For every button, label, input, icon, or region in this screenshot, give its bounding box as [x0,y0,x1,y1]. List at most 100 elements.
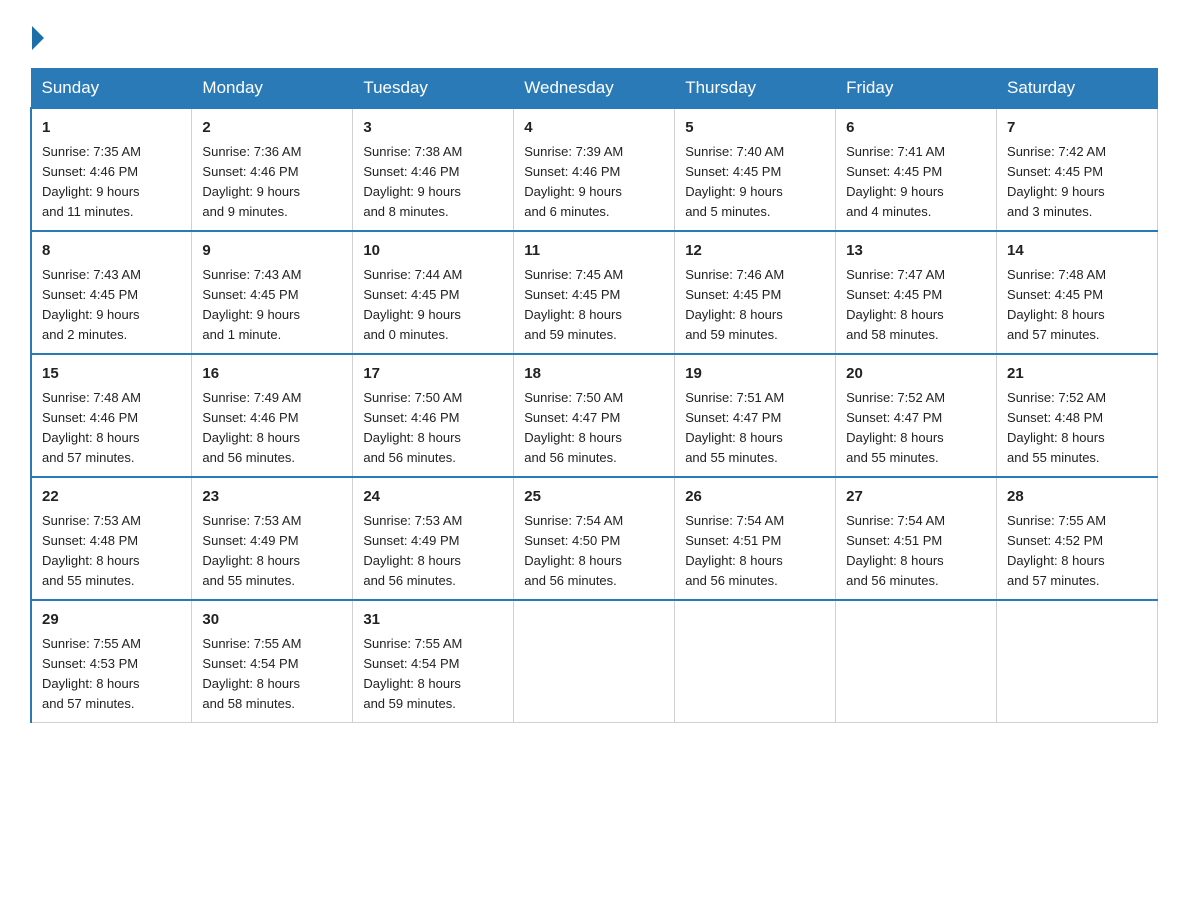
calendar-cell: 18Sunrise: 7:50 AMSunset: 4:47 PMDayligh… [514,354,675,477]
header-tuesday: Tuesday [353,69,514,109]
day-number: 8 [42,240,181,263]
calendar-cell: 1 Sunrise: 7:35 AMSunset: 4:46 PMDaylight… [31,108,192,231]
calendar-cell: 12 Sunrise: 7:46 AMSunset: 4:45 PMDayligh… [675,231,836,354]
calendar-cell: 19Sunrise: 7:51 AMSunset: 4:47 PMDayligh… [675,354,836,477]
day-number: 7 [1007,117,1147,140]
calendar-cell: 24 Sunrise: 7:53 AMSunset: 4:49 PMDayligh… [353,477,514,600]
header-sunday: Sunday [31,69,192,109]
calendar-cell: 21 Sunrise: 7:52 AMSunset: 4:48 PMDayligh… [997,354,1158,477]
day-number: 23 [202,486,342,509]
day-number: 27 [846,486,986,509]
calendar-cell: 8 Sunrise: 7:43 AMSunset: 4:45 PMDaylight… [31,231,192,354]
day-info: Sunrise: 7:48 AMSunset: 4:45 PMDaylight:… [1007,267,1106,342]
calendar-week-3: 15 Sunrise: 7:48 AMSunset: 4:46 PMDayligh… [31,354,1158,477]
day-number: 12 [685,240,825,263]
header-monday: Monday [192,69,353,109]
day-info: Sunrise: 7:45 AMSunset: 4:45 PMDaylight:… [524,267,623,342]
day-info: Sunrise: 7:44 AMSunset: 4:45 PMDaylight:… [363,267,462,342]
day-info: Sunrise: 7:35 AMSunset: 4:46 PMDaylight:… [42,144,141,219]
day-info: Sunrise: 7:41 AMSunset: 4:45 PMDaylight:… [846,144,945,219]
day-info: Sunrise: 7:53 AMSunset: 4:48 PMDaylight:… [42,513,141,588]
day-number: 16 [202,363,342,386]
day-info: Sunrise: 7:50 AMSunset: 4:47 PMDaylight:… [524,390,623,465]
day-number: 22 [42,486,181,509]
day-info: Sunrise: 7:54 AMSunset: 4:50 PMDaylight:… [524,513,623,588]
day-info: Sunrise: 7:38 AMSunset: 4:46 PMDaylight:… [363,144,462,219]
calendar-cell: 17 Sunrise: 7:50 AMSunset: 4:46 PMDayligh… [353,354,514,477]
day-number: 5 [685,117,825,140]
day-number: 21 [1007,363,1147,386]
day-info: Sunrise: 7:43 AMSunset: 4:45 PMDaylight:… [202,267,301,342]
day-number: 31 [363,609,503,632]
day-number: 1 [42,117,181,140]
day-info: Sunrise: 7:53 AMSunset: 4:49 PMDaylight:… [202,513,301,588]
day-number: 17 [363,363,503,386]
day-number: 2 [202,117,342,140]
day-number: 25 [524,486,664,509]
day-number: 6 [846,117,986,140]
calendar-week-5: 29 Sunrise: 7:55 AMSunset: 4:53 PMDayligh… [31,600,1158,723]
day-number: 3 [363,117,503,140]
calendar-cell: 4 Sunrise: 7:39 AMSunset: 4:46 PMDaylight… [514,108,675,231]
calendar-week-4: 22 Sunrise: 7:53 AMSunset: 4:48 PMDayligh… [31,477,1158,600]
day-info: Sunrise: 7:52 AMSunset: 4:47 PMDaylight:… [846,390,945,465]
calendar-cell: 9 Sunrise: 7:43 AMSunset: 4:45 PMDaylight… [192,231,353,354]
day-number: 28 [1007,486,1147,509]
logo [30,28,44,50]
day-info: Sunrise: 7:54 AMSunset: 4:51 PMDaylight:… [685,513,784,588]
header-wednesday: Wednesday [514,69,675,109]
day-info: Sunrise: 7:47 AMSunset: 4:45 PMDaylight:… [846,267,945,342]
calendar-cell: 30 Sunrise: 7:55 AMSunset: 4:54 PMDayligh… [192,600,353,723]
page-header [30,20,1158,50]
day-number: 11 [524,240,664,263]
day-info: Sunrise: 7:55 AMSunset: 4:53 PMDaylight:… [42,636,141,711]
calendar-cell [675,600,836,723]
day-number: 29 [42,609,181,632]
day-info: Sunrise: 7:51 AMSunset: 4:47 PMDaylight:… [685,390,784,465]
day-info: Sunrise: 7:53 AMSunset: 4:49 PMDaylight:… [363,513,462,588]
day-info: Sunrise: 7:46 AMSunset: 4:45 PMDaylight:… [685,267,784,342]
day-info: Sunrise: 7:36 AMSunset: 4:46 PMDaylight:… [202,144,301,219]
logo-arrow-icon [32,26,44,50]
calendar-cell: 7 Sunrise: 7:42 AMSunset: 4:45 PMDaylight… [997,108,1158,231]
calendar-cell: 6 Sunrise: 7:41 AMSunset: 4:45 PMDaylight… [836,108,997,231]
calendar-cell: 3 Sunrise: 7:38 AMSunset: 4:46 PMDaylight… [353,108,514,231]
day-info: Sunrise: 7:48 AMSunset: 4:46 PMDaylight:… [42,390,141,465]
day-number: 9 [202,240,342,263]
calendar-table: SundayMondayTuesdayWednesdayThursdayFrid… [30,68,1158,723]
calendar-cell: 27 Sunrise: 7:54 AMSunset: 4:51 PMDayligh… [836,477,997,600]
day-number: 15 [42,363,181,386]
calendar-cell: 20 Sunrise: 7:52 AMSunset: 4:47 PMDayligh… [836,354,997,477]
day-info: Sunrise: 7:43 AMSunset: 4:45 PMDaylight:… [42,267,141,342]
calendar-cell: 2 Sunrise: 7:36 AMSunset: 4:46 PMDaylight… [192,108,353,231]
header-saturday: Saturday [997,69,1158,109]
calendar-cell [514,600,675,723]
calendar-cell: 5 Sunrise: 7:40 AMSunset: 4:45 PMDaylight… [675,108,836,231]
day-info: Sunrise: 7:52 AMSunset: 4:48 PMDaylight:… [1007,390,1106,465]
day-number: 4 [524,117,664,140]
calendar-cell: 29 Sunrise: 7:55 AMSunset: 4:53 PMDayligh… [31,600,192,723]
day-number: 30 [202,609,342,632]
day-info: Sunrise: 7:55 AMSunset: 4:54 PMDaylight:… [202,636,301,711]
day-info: Sunrise: 7:54 AMSunset: 4:51 PMDaylight:… [846,513,945,588]
header-thursday: Thursday [675,69,836,109]
calendar-cell [997,600,1158,723]
header-row: SundayMondayTuesdayWednesdayThursdayFrid… [31,69,1158,109]
day-info: Sunrise: 7:55 AMSunset: 4:54 PMDaylight:… [363,636,462,711]
calendar-cell: 11 Sunrise: 7:45 AMSunset: 4:45 PMDayligh… [514,231,675,354]
calendar-cell [836,600,997,723]
day-info: Sunrise: 7:39 AMSunset: 4:46 PMDaylight:… [524,144,623,219]
calendar-cell: 10 Sunrise: 7:44 AMSunset: 4:45 PMDayligh… [353,231,514,354]
day-info: Sunrise: 7:40 AMSunset: 4:45 PMDaylight:… [685,144,784,219]
day-number: 10 [363,240,503,263]
calendar-cell: 23 Sunrise: 7:53 AMSunset: 4:49 PMDayligh… [192,477,353,600]
day-info: Sunrise: 7:50 AMSunset: 4:46 PMDaylight:… [363,390,462,465]
day-number: 20 [846,363,986,386]
day-info: Sunrise: 7:42 AMSunset: 4:45 PMDaylight:… [1007,144,1106,219]
calendar-cell: 14Sunrise: 7:48 AMSunset: 4:45 PMDayligh… [997,231,1158,354]
header-friday: Friday [836,69,997,109]
day-number: 24 [363,486,503,509]
calendar-cell: 25 Sunrise: 7:54 AMSunset: 4:50 PMDayligh… [514,477,675,600]
calendar-week-1: 1 Sunrise: 7:35 AMSunset: 4:46 PMDaylight… [31,108,1158,231]
calendar-cell: 16Sunrise: 7:49 AMSunset: 4:46 PMDayligh… [192,354,353,477]
